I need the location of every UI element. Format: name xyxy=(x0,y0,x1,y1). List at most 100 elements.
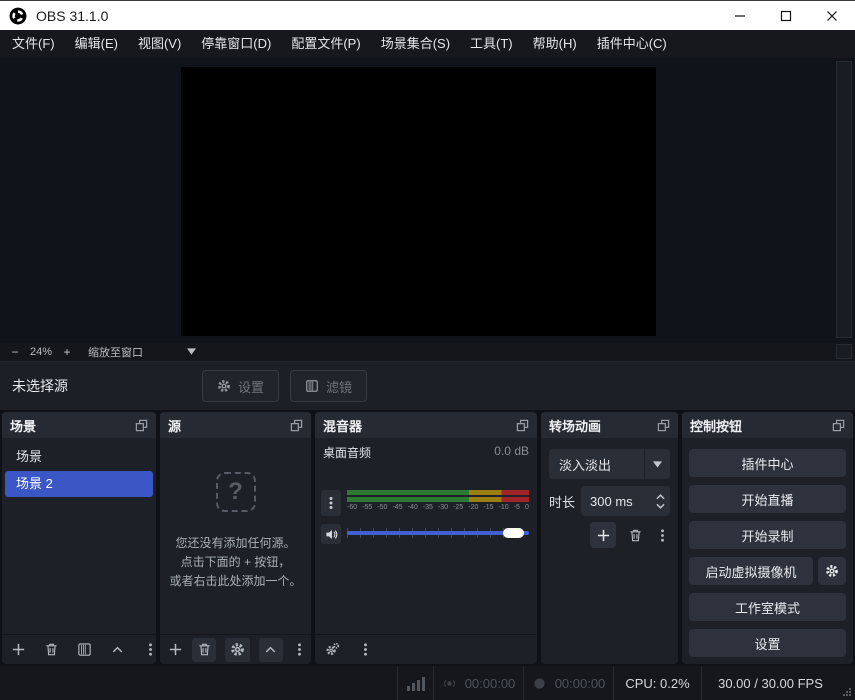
duration-spinner[interactable]: 300 ms xyxy=(581,486,670,516)
source-filters-button[interactable]: 滤镜 xyxy=(290,370,367,402)
scenes-toolbar-menu-icon[interactable] xyxy=(143,642,156,657)
advanced-audio-gears-icon[interactable] xyxy=(325,642,340,657)
preview-zoom-bar: − 24% + 缩放至窗口 xyxy=(0,343,855,361)
volume-meter: -60-55 -50-45 -40-35 -30-25 -20-15 -10-5… xyxy=(347,490,529,511)
volume-slider-track[interactable] xyxy=(347,531,529,535)
mixer-panel: 混音器 桌面音频 0.0 dB -60-55 -50-45 xyxy=(315,412,537,664)
maximize-button[interactable] xyxy=(763,1,809,30)
move-source-up-icon[interactable] xyxy=(259,638,283,662)
preview-vertical-scrollbar[interactable] xyxy=(836,61,852,338)
volume-slider-handle[interactable] xyxy=(503,528,524,538)
source-properties-label: 设置 xyxy=(238,377,264,396)
stream-timer-section: 00:00:00 xyxy=(433,666,523,700)
record-status-icon xyxy=(532,676,547,691)
obs-logo-icon xyxy=(9,7,27,25)
controls-panel-header[interactable]: 控制按钮 xyxy=(682,412,853,438)
popout-icon[interactable] xyxy=(657,419,670,432)
popout-icon[interactable] xyxy=(516,419,529,432)
menubar: 文件(F) 编辑(E) 视图(V) 停靠窗口(D) 配置文件(P) 场景集合(S… xyxy=(0,30,855,58)
transition-select[interactable]: 淡入淡出 xyxy=(549,449,670,479)
add-scene-icon[interactable] xyxy=(11,642,26,657)
preview-canvas[interactable] xyxy=(181,67,656,336)
channel-menu-icon[interactable] xyxy=(321,490,341,516)
mute-toggle-speaker-icon[interactable] xyxy=(321,524,341,544)
sources-panel-header[interactable]: 源 xyxy=(160,412,311,438)
sources-title: 源 xyxy=(168,416,181,435)
zoom-level: 24% xyxy=(22,346,60,358)
add-transition-icon[interactable] xyxy=(590,522,616,548)
menu-tools[interactable]: 工具(T) xyxy=(460,30,523,58)
remove-scene-icon[interactable] xyxy=(44,642,59,657)
popout-icon[interactable] xyxy=(290,419,303,432)
studio-mode-button[interactable]: 工作室模式 xyxy=(689,593,846,621)
remove-transition-icon[interactable] xyxy=(628,528,643,543)
minimize-button[interactable] xyxy=(717,1,763,30)
transitions-panel: 转场动画 淡入淡出 时长 300 ms xyxy=(541,412,678,664)
popout-icon[interactable] xyxy=(832,419,845,432)
duration-value: 300 ms xyxy=(581,494,633,509)
scene-item-selected[interactable]: 场景 2 xyxy=(5,471,153,497)
source-properties-icon[interactable] xyxy=(225,638,249,662)
zoom-mode-label[interactable]: 缩放至窗口 xyxy=(88,344,143,360)
sources-empty-line: 或者右击此处添加一个。 xyxy=(160,572,311,591)
mixer-panel-header[interactable]: 混音器 xyxy=(315,412,537,438)
duration-label: 时长 xyxy=(549,492,575,511)
scene-list: 场景 场景 2 xyxy=(2,438,156,497)
transitions-panel-header[interactable]: 转场动画 xyxy=(541,412,678,438)
source-properties-button[interactable]: 设置 xyxy=(202,370,279,402)
cpu-usage: CPU: 0.2% xyxy=(613,666,701,700)
remove-source-icon[interactable] xyxy=(192,638,216,662)
move-scene-up-icon[interactable] xyxy=(110,642,125,657)
zoom-mode-dropdown-arrow-icon[interactable] xyxy=(187,346,196,358)
signal-bars-icon xyxy=(406,676,426,691)
close-button[interactable] xyxy=(809,1,855,30)
scrollbar-corner xyxy=(836,344,852,359)
menu-file[interactable]: 文件(F) xyxy=(2,30,65,58)
start-virtual-camera-button[interactable]: 启动虚拟摄像机 xyxy=(689,557,813,585)
virtual-camera-settings-gear-icon[interactable] xyxy=(818,557,846,585)
meter-channel-right xyxy=(347,497,529,502)
start-recording-button[interactable]: 开始录制 xyxy=(689,521,846,549)
zoom-out-button[interactable]: − xyxy=(8,345,22,359)
menu-view[interactable]: 视图(V) xyxy=(128,30,191,58)
transition-duration-row: 时长 300 ms xyxy=(549,486,670,516)
scenes-panel-header[interactable]: 场景 xyxy=(2,412,156,438)
menu-docks[interactable]: 停靠窗口(D) xyxy=(191,30,281,58)
scene-item[interactable]: 场景 xyxy=(5,444,153,470)
transition-menu-icon[interactable] xyxy=(655,528,670,543)
scene-filters-icon[interactable] xyxy=(77,642,92,657)
zoom-in-button[interactable]: + xyxy=(60,345,74,359)
volume-slider[interactable] xyxy=(347,527,529,539)
sources-empty-state: ? 您还没有添加任何源。 点击下面的 + 按钮， 或者右击此处添加一个。 xyxy=(160,472,311,591)
menu-profile[interactable]: 配置文件(P) xyxy=(281,30,370,58)
window-title: OBS 31.1.0 xyxy=(36,8,108,24)
sources-toolbar-menu-icon[interactable] xyxy=(292,642,307,657)
selected-source-bar: 未选择源 设置 滤镜 xyxy=(0,361,855,410)
filter-icon xyxy=(305,379,319,393)
sources-empty-line: 点击下面的 + 按钮， xyxy=(160,553,311,572)
spinner-down-icon[interactable] xyxy=(656,503,665,509)
statusbar: 00:00:00 00:00:00 CPU: 0.2% 30.00 / 30.0… xyxy=(0,666,855,700)
transitions-title: 转场动画 xyxy=(549,416,601,435)
menu-edit[interactable]: 编辑(E) xyxy=(65,30,128,58)
titlebar: OBS 31.1.0 xyxy=(0,0,855,30)
controls-panel: 控制按钮 插件中心 开始直播 开始录制 启动虚拟摄像机 工作室模式 设置 xyxy=(682,412,853,664)
menu-scene-collection[interactable]: 场景集合(S) xyxy=(371,30,460,58)
settings-button[interactable]: 设置 xyxy=(689,629,846,657)
preview-area[interactable] xyxy=(0,58,855,343)
spinner-up-icon[interactable] xyxy=(656,494,665,500)
mixer-toolbar-menu-icon[interactable] xyxy=(358,642,373,657)
menu-plugin-center[interactable]: 插件中心(C) xyxy=(587,30,677,58)
mixer-toolbar xyxy=(315,634,537,664)
popout-icon[interactable] xyxy=(135,419,148,432)
transitions-button-row xyxy=(541,522,670,548)
plugin-center-button[interactable]: 插件中心 xyxy=(689,449,846,477)
audio-level-db: 0.0 dB xyxy=(494,444,529,461)
record-time: 00:00:00 xyxy=(555,676,606,691)
start-streaming-button[interactable]: 开始直播 xyxy=(689,485,846,513)
menu-help[interactable]: 帮助(H) xyxy=(523,30,587,58)
record-timer-section: 00:00:00 xyxy=(523,666,613,700)
mixer-channel: 桌面音频 0.0 dB -60-55 -50-45 -40-35 -30-25 … xyxy=(315,438,537,664)
resize-grip[interactable] xyxy=(839,666,855,700)
add-source-icon[interactable] xyxy=(168,642,183,657)
